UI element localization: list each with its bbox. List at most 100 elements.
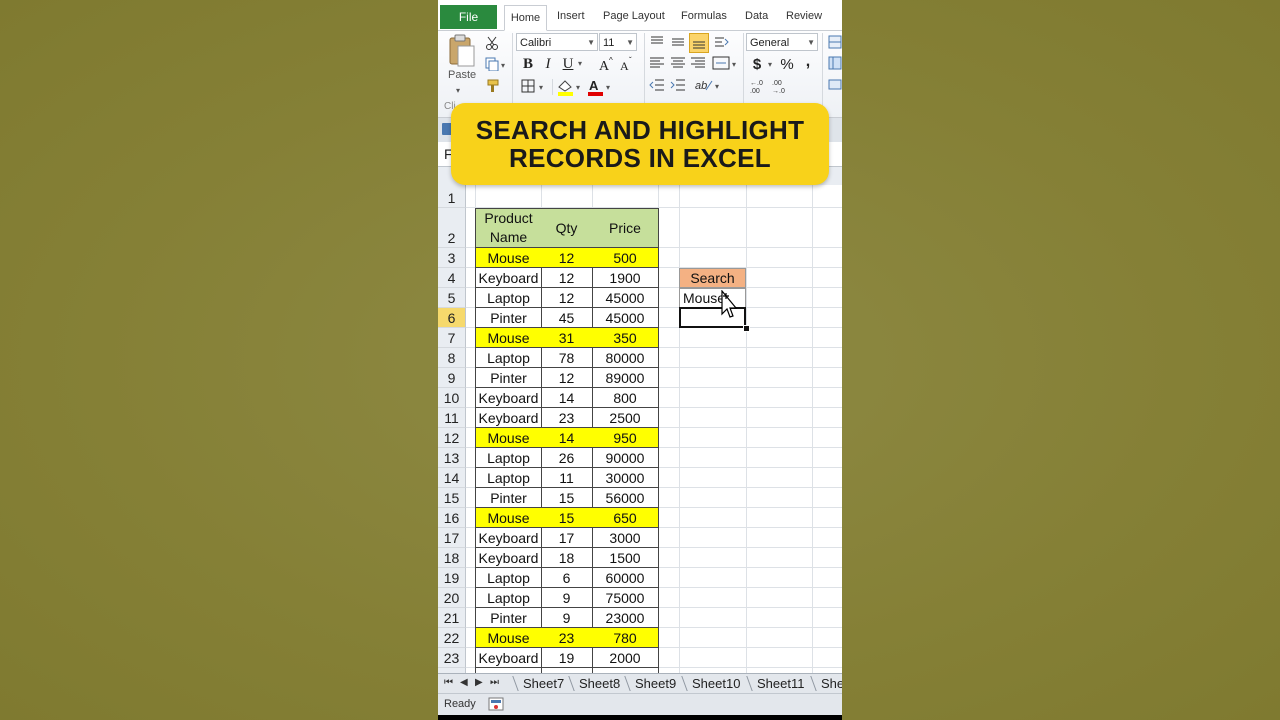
sheet-tab[interactable]: Sheet10 <box>692 676 740 691</box>
table-cell[interactable]: 780 <box>592 628 659 648</box>
tab-page-layout[interactable]: Page Layout <box>603 10 665 22</box>
table-cell[interactable]: Mouse <box>475 428 542 448</box>
first-sheet-icon[interactable]: ⏮ <box>444 677 453 688</box>
table-cell[interactable]: 1500 <box>592 548 659 568</box>
table-cell[interactable]: 60000 <box>592 568 659 588</box>
decrease-font-icon[interactable]: Aˇ <box>618 55 636 73</box>
fill-handle[interactable] <box>743 325 750 332</box>
font-name-select[interactable]: Calibri ▼ <box>516 33 598 51</box>
table-cell[interactable]: 23 <box>541 408 593 428</box>
table-cell[interactable]: 45 <box>541 308 593 328</box>
format-as-table-icon[interactable] <box>828 55 842 71</box>
row-header[interactable]: 11 <box>438 408 466 428</box>
row-header[interactable]: 6 <box>438 308 466 328</box>
table-cell[interactable]: 15 <box>541 508 593 528</box>
increase-decimal-icon[interactable]: ←.0.00 <box>750 78 770 94</box>
fill-color-icon[interactable]: ▾ <box>556 77 584 97</box>
table-cell[interactable]: Laptop <box>475 448 542 468</box>
sheet-tab[interactable]: She <box>821 676 842 691</box>
prev-sheet-icon[interactable]: ◀ <box>460 677 468 688</box>
table-cell[interactable]: 31 <box>541 328 593 348</box>
paste-button[interactable] <box>446 33 476 69</box>
table-cell[interactable]: Pinter <box>475 368 542 388</box>
row-header[interactable]: 16 <box>438 508 466 528</box>
font-size-select[interactable]: 11 ▼ <box>599 33 637 51</box>
row-header[interactable]: 15 <box>438 488 466 508</box>
table-cell[interactable]: 45000 <box>592 288 659 308</box>
table-cell[interactable]: 30000 <box>592 468 659 488</box>
format-painter-icon[interactable] <box>484 78 500 94</box>
row-header[interactable]: 2 <box>438 208 466 248</box>
orientation-icon[interactable] <box>712 34 730 50</box>
table-cell[interactable]: 75000 <box>592 588 659 608</box>
table-cell[interactable]: 17 <box>541 528 593 548</box>
row-header[interactable]: 9 <box>438 368 466 388</box>
table-cell[interactable]: 26 <box>541 448 593 468</box>
comma-button[interactable]: , <box>802 53 814 71</box>
row-header[interactable]: 23 <box>438 648 466 668</box>
table-cell[interactable]: 2500 <box>592 408 659 428</box>
sheet-tab[interactable]: Sheet11 <box>757 676 804 691</box>
table-cell[interactable]: Keyboard <box>475 528 542 548</box>
table-cell[interactable]: 56000 <box>592 488 659 508</box>
table-cell[interactable]: Laptop <box>475 468 542 488</box>
table-cell[interactable]: Pinter <box>475 488 542 508</box>
align-middle-icon[interactable] <box>669 34 687 50</box>
row-header[interactable]: 22 <box>438 628 466 648</box>
copy-icon[interactable]: ▾ <box>484 56 508 72</box>
next-sheet-icon[interactable]: ▶ <box>475 677 483 688</box>
table-cell[interactable]: 2000 <box>592 648 659 668</box>
row-header[interactable]: 13 <box>438 448 466 468</box>
currency-dropdown-icon[interactable]: ▾ <box>768 60 772 69</box>
search-label-cell[interactable]: Search <box>679 268 746 288</box>
table-cell[interactable]: Keyboard <box>475 268 542 288</box>
paste-dropdown-icon[interactable]: ▾ <box>456 86 460 95</box>
table-cell[interactable]: 23 <box>541 628 593 648</box>
bold-button[interactable]: B <box>520 55 536 73</box>
table-cell[interactable]: Pinter <box>475 308 542 328</box>
italic-button[interactable]: I <box>540 55 556 73</box>
align-left-icon[interactable] <box>648 55 666 71</box>
sheet-tab[interactable]: Sheet8 <box>579 676 620 691</box>
table-cell[interactable]: 14 <box>541 428 593 448</box>
merge-center-icon[interactable]: ▾ <box>712 55 740 71</box>
sheet-tab[interactable]: Sheet9 <box>635 676 676 691</box>
table-cell[interactable]: 12 <box>541 368 593 388</box>
tab-file[interactable]: File <box>440 5 497 29</box>
underline-dropdown-icon[interactable]: ▾ <box>578 59 582 68</box>
table-cell[interactable]: 12 <box>541 248 593 268</box>
table-cell[interactable]: 500 <box>592 248 659 268</box>
align-center-icon[interactable] <box>669 55 687 71</box>
table-cell[interactable]: 12 <box>541 268 593 288</box>
row-header[interactable]: 14 <box>438 468 466 488</box>
table-cell[interactable]: 12 <box>541 288 593 308</box>
table-cell[interactable]: Keyboard <box>475 548 542 568</box>
table-cell[interactable]: 800 <box>592 388 659 408</box>
table-cell[interactable]: 23000 <box>592 608 659 628</box>
row-header[interactable]: 3 <box>438 248 466 268</box>
table-cell[interactable]: 18 <box>541 548 593 568</box>
row-header[interactable]: 8 <box>438 348 466 368</box>
tab-formulas[interactable]: Formulas <box>681 10 727 22</box>
row-header[interactable]: 20 <box>438 588 466 608</box>
table-cell[interactable]: 3000 <box>592 528 659 548</box>
table-cell[interactable]: 19 <box>541 648 593 668</box>
table-header-cell[interactable]: Price <box>592 208 659 248</box>
row-header[interactable]: 7 <box>438 328 466 348</box>
percent-button[interactable]: % <box>779 55 795 73</box>
row-header[interactable]: 19 <box>438 568 466 588</box>
currency-button[interactable]: $ <box>750 55 764 73</box>
sheet-tab[interactable]: Sheet7 <box>523 676 564 691</box>
font-color-icon[interactable]: A ▾ <box>586 77 614 97</box>
table-cell[interactable]: 89000 <box>592 368 659 388</box>
table-cell[interactable]: 11 <box>541 468 593 488</box>
table-cell[interactable]: Mouse <box>475 328 542 348</box>
underline-button[interactable]: U <box>560 55 576 73</box>
number-format-select[interactable]: General ▼ <box>746 33 818 51</box>
row-header[interactable]: 4 <box>438 268 466 288</box>
table-cell[interactable]: 1900 <box>592 268 659 288</box>
row-header[interactable]: 21 <box>438 608 466 628</box>
table-cell[interactable]: Mouse <box>475 628 542 648</box>
align-bottom-icon[interactable] <box>689 33 709 53</box>
table-cell[interactable]: Keyboard <box>475 648 542 668</box>
